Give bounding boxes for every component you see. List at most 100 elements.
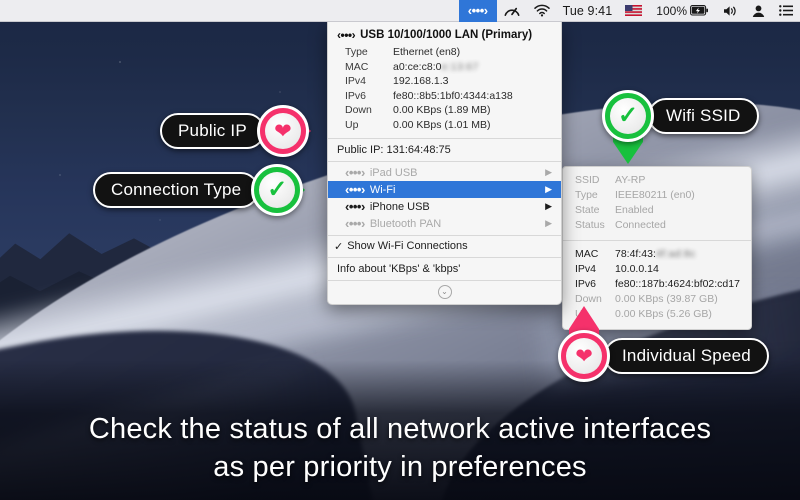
detail-value: Connected (615, 219, 666, 231)
detail-value: a0:ce:c8:0 (393, 60, 442, 73)
primary-interface-details: Type Ethernet (en8) MAC a0:ce:c8:0 e:13:6… (328, 44, 561, 138)
detail-row: IPv4 192.168.1.3 (337, 74, 552, 89)
chevron-right-icon: ▶ (545, 184, 552, 194)
detail-value: Enabled (615, 204, 654, 216)
wifi-detail-row: Status Connected (567, 218, 741, 233)
wifi-detail-row: IPv6 fe80::187b:4624:bf02:cd17 (567, 277, 741, 292)
show-wifi-connections-label: Show Wi-Fi Connections (347, 240, 468, 252)
menu-item-wifi[interactable]: ‹•••› Wi-Fi ▶ (328, 181, 561, 198)
interface-list: ‹•••› iPad USB ▶ ‹•••› Wi-Fi ▶ ‹•••› iPh… (328, 162, 561, 235)
callout-badge-connection-type: ✓ (245, 158, 309, 222)
wifi-detail-row: IPv4 10.0.0.14 (567, 262, 741, 277)
badge-inner: ✓ (610, 98, 646, 134)
battery-charging-icon (690, 5, 708, 16)
public-ip-row[interactable]: Public IP: 131:64:48:75 (328, 139, 561, 161)
detail-value: fe80::187b:4624:bf02:cd17 (615, 278, 740, 290)
chevron-right-icon: ▶ (545, 167, 552, 177)
menubar-battery-percent[interactable]: 100% (649, 0, 689, 22)
detail-value: 10.0.0.14 (615, 263, 659, 275)
detail-row: Up 0.00 KBps (1.01 MB) (337, 118, 552, 133)
checkmark-icon: ✓ (617, 102, 639, 129)
detail-value: Ethernet (en8) (393, 46, 461, 58)
detail-key: MAC (345, 60, 369, 73)
heart-icon: ❤ (575, 344, 593, 368)
badge-circle-pink: ❤ (558, 330, 610, 382)
detail-key: IPv4 (575, 263, 597, 275)
detail-value: 0.00 KBps (5.26 GB) (615, 308, 712, 320)
menu-item-info-kbps[interactable]: Info about 'KBps' & 'kbps' (328, 258, 561, 280)
detail-value: IEEE80211 (en0) (615, 189, 695, 201)
detail-value-redacted: e:13:67 (441, 60, 479, 73)
user-icon (752, 5, 765, 17)
menubar-list-icon[interactable] (772, 0, 800, 22)
badge-inner: ✓ (259, 172, 296, 208)
wifi-icon (533, 4, 550, 17)
checkmark-icon: ✓ (267, 176, 288, 203)
detail-row: Down 0.00 KBps (1.89 MB) (337, 103, 552, 118)
menubar-user-icon[interactable] (745, 0, 772, 22)
netspeed-arrows-icon: ‹•••› (337, 28, 356, 42)
callout-badge-wifi-ssid: ✓ (596, 84, 660, 164)
detail-key: MAC (575, 248, 599, 260)
caption-line-1: Check the status of all network active i… (88, 413, 712, 445)
menubar-battery-icon[interactable] (689, 0, 716, 22)
interface-label: iPhone USB (369, 200, 430, 213)
detail-key: IPv6 (345, 89, 367, 102)
menu-item-ipad-usb[interactable]: ‹•••› iPad USB ▶ (328, 164, 561, 181)
detail-value: fe80::8b5:1bf0:4344:a138 (393, 89, 513, 102)
callout-individual-speed: ❤ Individual Speed (552, 306, 769, 388)
menubar-speedometer-icon[interactable] (497, 0, 527, 22)
menu-item-iphone-usb[interactable]: ‹•••› iPhone USB ▶ (328, 198, 561, 215)
detail-value: 192.168.1.3 (393, 75, 449, 87)
callout-label-connection-type: Connection Type (93, 172, 260, 208)
detail-key: Type (575, 189, 598, 201)
dropdown-primary-interface-header: ‹•••› USB 10/100/1000 LAN (Primary) (328, 22, 561, 44)
menubar-netspeed-app-icon[interactable]: ‹•••› (458, 0, 497, 22)
interface-label: Wi-Fi (369, 183, 396, 196)
menubar-flag-icon[interactable] (618, 0, 649, 22)
wifi-detail-row: MAC 78:4f:43: 4f:ad:8c (567, 247, 741, 262)
menubar-volume-icon[interactable] (716, 0, 745, 22)
chevron-right-icon: ▶ (545, 218, 552, 228)
menu-item-bluetooth-pan[interactable]: ‹•••› Bluetooth PAN ▶ (328, 215, 561, 232)
list-icon (779, 5, 793, 16)
badge-circle-pink: ❤ (256, 105, 309, 157)
interface-label: Bluetooth PAN (369, 217, 442, 230)
dropdown-expand-footer[interactable]: ⌄ (328, 281, 561, 304)
badge-circle-green: ✓ (602, 90, 654, 142)
netspeed-arrows-icon: ‹•••› (467, 3, 488, 18)
detail-row: Type Ethernet (en8) (337, 45, 552, 60)
speedometer-icon (504, 7, 520, 16)
chevron-down-icon: ⌄ (437, 285, 452, 299)
wifi-detail-row: Type IEEE80211 (en0) (567, 188, 741, 203)
heart-icon: ❤ (274, 119, 292, 143)
detail-value: 0.00 KBps (1.01 MB) (393, 118, 491, 131)
badge-inner: ❤ (566, 338, 602, 374)
detail-value: 78:4f:43: (615, 248, 656, 260)
detail-key: State (575, 204, 600, 216)
callout-connection-type: Connection Type ✓ (93, 158, 309, 222)
callout-label-wifi-ssid: Wifi SSID (648, 98, 759, 134)
menubar-wifi-icon[interactable] (527, 0, 557, 22)
netspeed-dropdown-menu: ‹•••› USB 10/100/1000 LAN (Primary) Type… (327, 22, 562, 305)
menu-item-show-wifi-connections[interactable]: ✓ Show Wi-Fi Connections (328, 236, 561, 257)
detail-key: Status (575, 219, 605, 231)
menubar-clock[interactable]: Tue 9:41 (557, 0, 619, 22)
callout-public-ip: Public IP ❤ (160, 99, 315, 163)
wifi-detail-row: State Enabled (567, 203, 741, 218)
detail-value: 0.00 KBps (1.89 MB) (393, 104, 491, 116)
badge-circle-green: ✓ (251, 164, 304, 216)
marketing-caption: Check the status of all network active i… (0, 410, 800, 486)
netspeed-arrows-icon: ‹•••› (345, 165, 365, 180)
wifi-summary-section: SSID AY-RP Type IEEE80211 (en0) State En… (563, 167, 751, 240)
macos-menu-bar: ‹•••› Tue 9:41 100% (0, 0, 800, 22)
checkmark-icon: ✓ (334, 241, 344, 253)
chevron-right-icon: ▶ (545, 201, 552, 211)
callout-label-individual-speed: Individual Speed (604, 338, 769, 374)
netspeed-arrows-icon: ‹•••› (345, 216, 365, 231)
detail-row: MAC a0:ce:c8:0 e:13:67 (337, 60, 552, 75)
callout-label-public-ip: Public IP (160, 113, 265, 149)
us-flag-icon (625, 5, 643, 16)
detail-key: Down (575, 293, 602, 305)
wifi-address-section: MAC 78:4f:43: 4f:ad:8c IPv4 10.0.0.14 IPv… (563, 241, 751, 329)
